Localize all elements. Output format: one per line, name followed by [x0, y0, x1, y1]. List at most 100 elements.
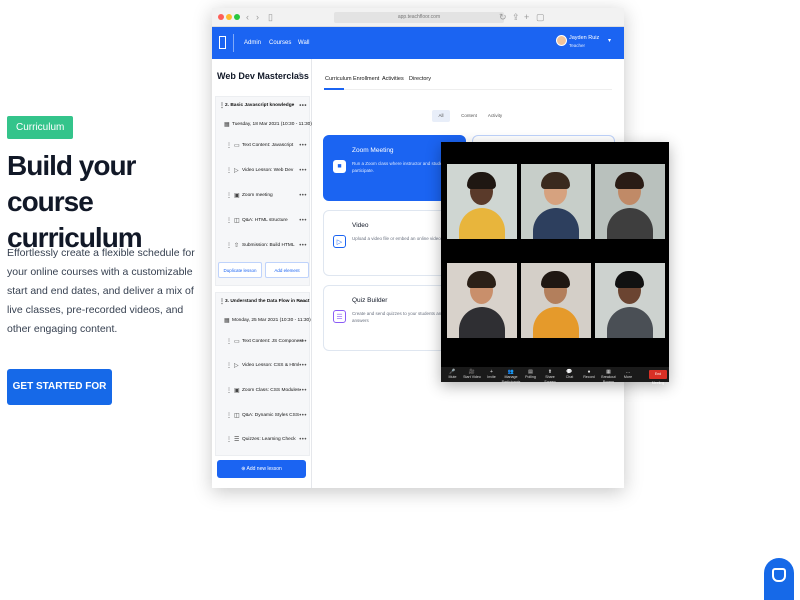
zoom-breakout-rooms-button[interactable]: ▦ Breakout Rooms — [599, 369, 618, 385]
camera-icon: ▣ — [234, 193, 240, 199]
zoom-toolbar: 🎤 Mute 🎥 Start Video + Invite 👥 Manage Particip… — [441, 367, 669, 385]
nav-wall[interactable]: Wall — [298, 39, 309, 47]
more-icon[interactable]: ••• — [299, 164, 307, 178]
tab-curriculum[interactable]: Curriculum — [325, 76, 352, 82]
share-icon[interactable]: ⇪ — [512, 11, 520, 23]
browser-chrome: ‹ › ▯ app.teachfloor.com ↻ ⇪ + ▢ — [212, 8, 624, 27]
chat-icon: ◫ — [234, 218, 240, 224]
upload-icon: ⇧ — [234, 243, 240, 249]
lesson-item[interactable]: ⋮ ▷ Video Lesson: Web Dev ••• — [216, 164, 311, 178]
lesson-item[interactable]: ⋮ ▭ Text Content: JS Component ••• — [216, 335, 311, 349]
back-icon[interactable]: ‹ — [246, 11, 249, 23]
zoom-meeting-window: 🎤 Mute 🎥 Start Video + Invite 👥 Manage Particip… — [441, 142, 669, 385]
lesson-item[interactable]: ⋮ ▭ Text Content: Javascript ••• — [216, 139, 311, 153]
more-icon[interactable]: ••• — [299, 99, 307, 113]
chat-bubble-icon — [772, 568, 786, 582]
tabs-icon[interactable]: ▢ — [536, 11, 545, 23]
app-header: Admin Courses Wall Jayden Ruiz Teacher ▾ — [212, 27, 624, 59]
pencil-icon[interactable]: ✎ — [298, 71, 305, 80]
doc-icon: ▭ — [234, 143, 240, 149]
more-icon[interactable]: ••• — [299, 139, 307, 153]
more-icon[interactable]: ••• — [299, 433, 307, 447]
zoom-mute-button[interactable]: 🎤 Mute — [443, 369, 462, 380]
section-date: ▦ Tuesday, 18 Mar 2021 (10:30 - 11:30) — [216, 118, 312, 132]
end-meeting-button[interactable]: End Meeting — [649, 370, 667, 385]
play-icon: ▷ — [333, 235, 346, 248]
more-icon[interactable]: ••• — [299, 409, 307, 423]
nav-admin[interactable]: Admin — [244, 39, 261, 47]
participant-video[interactable] — [447, 164, 517, 239]
curriculum-badge: Curriculum — [7, 116, 74, 139]
forward-icon[interactable]: › — [256, 11, 259, 23]
section-date: ▦ Monday, 25 Mar 2021 (10:30 - 11:30) — [216, 314, 311, 328]
nav-courses[interactable]: Courses — [269, 39, 291, 47]
participant-video[interactable] — [521, 263, 591, 338]
chat-widget-button[interactable] — [764, 558, 794, 600]
maximize-dot-icon — [234, 14, 240, 20]
play-icon: ▷ — [234, 363, 239, 369]
participant-video[interactable] — [595, 263, 665, 338]
sidebar-icon[interactable]: ▯ — [268, 11, 273, 23]
more-icon[interactable]: ••• — [299, 295, 307, 309]
more-icon[interactable]: ••• — [299, 239, 307, 253]
zoom-more-button[interactable]: … More — [619, 369, 638, 380]
active-tab-indicator — [324, 88, 344, 90]
tab-directory[interactable]: Directory — [409, 76, 431, 82]
lesson-item[interactable]: ⋮ ◫ Q&A: HTML structure ••• — [216, 214, 311, 228]
lesson-item[interactable]: ⋮ ◫ Q&A: Dynamic Styles CSS ••• — [216, 409, 311, 423]
zoom-manage-participants-button[interactable]: 👥 Manage Participants — [502, 369, 521, 385]
section-title[interactable]: ⋮ 3. Understand the Data Flow in React •… — [216, 295, 311, 309]
nav-divider — [233, 34, 234, 52]
filter-content[interactable]: Content — [458, 110, 480, 122]
participant-video[interactable] — [447, 263, 517, 338]
calendar-icon: ▦ — [224, 122, 230, 128]
section-title[interactable]: ⋮ 2. Basic Javascript knowledge ••• — [216, 99, 311, 113]
chat-icon: ◫ — [234, 413, 240, 419]
participant-video[interactable] — [521, 164, 591, 239]
lesson-item[interactable]: ⋮ ▣ Zoom Class: CSS Modules ••• — [216, 384, 311, 398]
lesson-item[interactable]: ⋮ ▷ Video Lesson: CSS & Html ••• — [216, 359, 311, 373]
tabs-divider — [324, 89, 612, 90]
more-icon[interactable]: ••• — [299, 384, 307, 398]
zoom-chat-button[interactable]: 💬 Chat — [560, 369, 579, 380]
get-started-button[interactable]: GET STARTED FOR FREE — [7, 369, 112, 428]
chevron-down-icon[interactable]: ▾ — [608, 37, 611, 44]
participant-video[interactable] — [595, 164, 665, 239]
course-title: Web Dev Masterclass — [217, 71, 309, 81]
lesson-item[interactable]: ⋮ ☰ Quizzes: Learning Check ••• — [216, 433, 311, 447]
play-icon: ▷ — [234, 168, 239, 174]
minimize-dot-icon — [226, 14, 232, 20]
camera-icon: ▣ — [234, 388, 240, 394]
calendar-icon: ▦ — [224, 318, 230, 324]
zoom-polling-button[interactable]: ▤ Polling — [521, 369, 540, 380]
filter-all[interactable]: All — [432, 110, 450, 122]
lesson-item[interactable]: ⋮ ⇧ Submission: Build HTML ••• — [216, 239, 311, 253]
camera-icon: ■ — [333, 160, 346, 173]
tab-enrollment[interactable]: Enrollment — [353, 76, 379, 82]
filter-activity[interactable]: Activity — [484, 110, 506, 122]
avatar[interactable] — [556, 35, 567, 46]
more-icon[interactable]: ••• — [299, 189, 307, 203]
more-icon[interactable]: ••• — [299, 214, 307, 228]
lesson-item[interactable]: ⋮ ▣ Zoom meeting ••• — [216, 189, 311, 203]
new-tab-icon[interactable]: + — [524, 11, 529, 23]
zoom-invite-button[interactable]: + Invite — [482, 369, 501, 380]
tab-activities[interactable]: Activities — [382, 76, 404, 82]
section-outline: ⋮ 3. Understand the Data Flow in React •… — [215, 292, 311, 456]
zoom-record-button[interactable]: ● Record — [580, 369, 599, 380]
reload-icon[interactable]: ↻ — [499, 11, 507, 23]
address-bar[interactable]: app.teachfloor.com — [334, 12, 504, 23]
doc-icon: ▭ — [234, 339, 240, 345]
more-icon[interactable]: ••• — [299, 359, 307, 373]
zoom-share-screen-button[interactable]: ⬆ Share Screen — [541, 369, 560, 385]
more-icon[interactable]: ••• — [299, 335, 307, 349]
add-element-button[interactable]: Add element — [265, 262, 309, 278]
duplicate-lesson-button[interactable]: Duplicate lesson — [218, 262, 262, 278]
add-lesson-button[interactable]: ⊕ Add new lesson — [217, 460, 306, 478]
user-name: Jayden Ruiz — [569, 35, 600, 41]
quiz-icon: ☰ — [234, 437, 240, 443]
course-sidebar: Web Dev Masterclass ✎ ⋮ 2. Basic Javascr… — [212, 59, 312, 488]
zoom-start-video-button[interactable]: 🎥 Start Video — [463, 369, 482, 380]
section-actions: Duplicate lesson Add element — [216, 262, 311, 280]
app-logo-icon[interactable] — [219, 36, 226, 49]
